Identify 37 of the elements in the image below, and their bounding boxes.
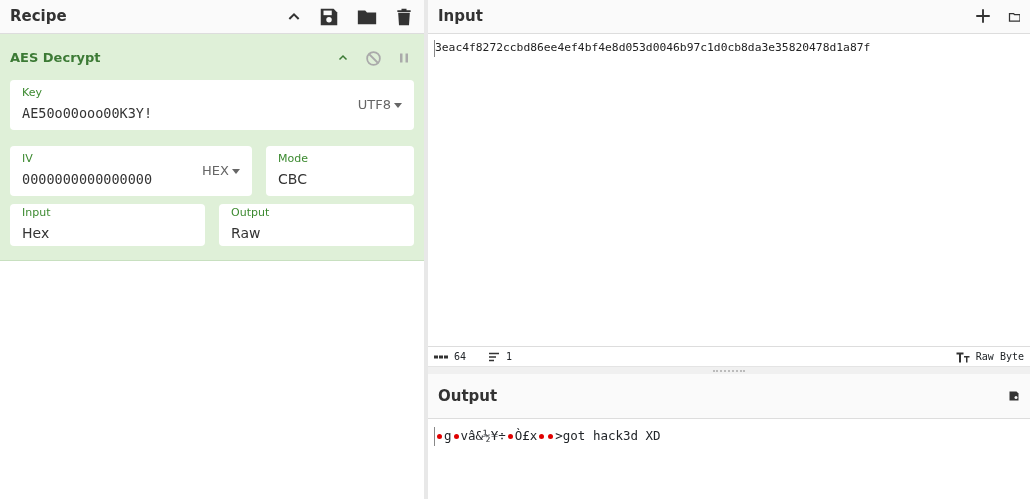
- operation-title: AES Decrypt: [10, 49, 102, 68]
- encoding-label[interactable]: Raw Byte: [975, 349, 1024, 364]
- output-text: g: [444, 427, 452, 445]
- field-value: AE50o00ooo00K3Y!: [22, 105, 153, 122]
- field-label: IV: [22, 150, 34, 167]
- input-text[interactable]: 3eac4f8272ccbd86ee4ef4bf4e8d053d0046b97c1d0cb8da3e35820478d1a87f: [434, 40, 1030, 57]
- control-character-icon: [453, 433, 459, 439]
- field-label: Mode: [278, 150, 309, 167]
- output-text: vâ&½¥÷: [460, 427, 506, 445]
- option-field[interactable]: Mode CBC: [266, 146, 414, 196]
- panel-title: Recipe: [10, 6, 68, 28]
- length-icon: [434, 353, 448, 360]
- option-field[interactable]: IV 0000000000000000 HEX: [10, 146, 252, 196]
- field-label: Input: [22, 204, 52, 221]
- field-value: Raw: [231, 225, 261, 242]
- field-value: CBC: [278, 171, 307, 188]
- option-field[interactable]: Key AE50o00ooo00K3Y! UTF8: [10, 80, 414, 130]
- lines-icon: [488, 351, 501, 362]
- encoding-dropdown[interactable]: UTF8: [357, 95, 402, 115]
- field-label: Key: [22, 84, 43, 101]
- plus-icon[interactable]: [974, 6, 992, 25]
- output-text: >got hack3d XD: [555, 427, 661, 445]
- control-character-icon: [437, 433, 442, 439]
- font-size-icon[interactable]: [955, 350, 970, 363]
- panel-title: Output: [438, 385, 499, 407]
- resize-handle[interactable]: [713, 369, 745, 372]
- field-label: Output: [231, 204, 271, 221]
- control-character-icon: [507, 433, 513, 439]
- field-value: Hex: [22, 225, 50, 242]
- option-field[interactable]: Output Raw: [219, 204, 414, 246]
- encoding-dropdown[interactable]: HEX: [202, 161, 240, 181]
- panel-title: Input: [438, 6, 484, 28]
- field-value: 0000000000000000: [22, 171, 153, 188]
- output-text: Ò£x: [514, 427, 538, 445]
- option-field[interactable]: Input Hex: [10, 204, 205, 246]
- line-count: 1: [506, 350, 514, 364]
- length-count: 64: [454, 350, 467, 364]
